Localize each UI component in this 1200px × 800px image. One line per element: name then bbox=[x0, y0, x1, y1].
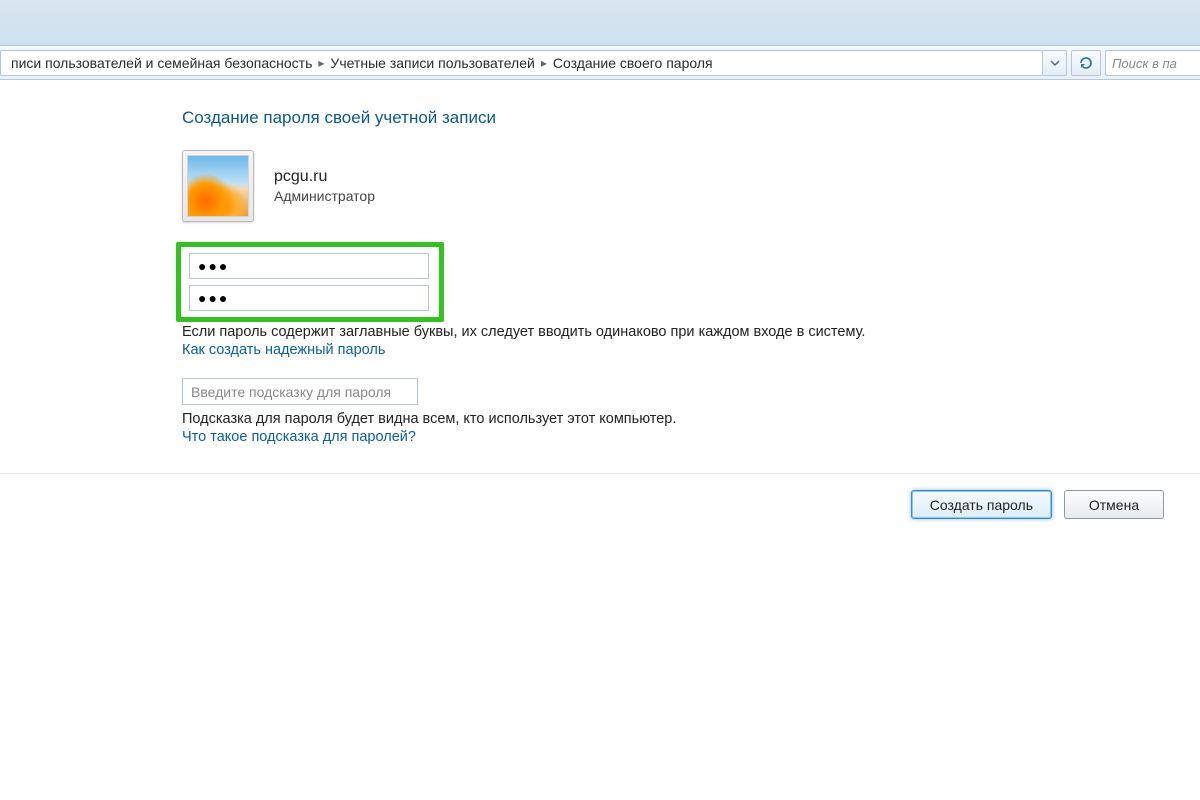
breadcrumb-item[interactable]: Учетные записи пользователей bbox=[326, 55, 538, 71]
chevron-down-icon bbox=[1050, 58, 1060, 68]
password-fields-highlight: ●●● ●●● bbox=[176, 242, 444, 322]
account-name: pcgu.ru bbox=[274, 168, 375, 186]
window-glass-top bbox=[0, 0, 1200, 46]
content-pane: Создание пароля своей учетной записи pcg… bbox=[0, 80, 1200, 519]
address-dropdown-button[interactable] bbox=[1043, 50, 1067, 76]
search-input[interactable]: Поиск в па bbox=[1105, 50, 1200, 76]
dialog-buttons: Создать пароль Отмена bbox=[0, 474, 1200, 519]
page-title: Создание пароля своей учетной записи bbox=[182, 108, 1200, 128]
breadcrumb[interactable]: писи пользователей и семейная безопаснос… bbox=[0, 50, 1043, 76]
avatar-image bbox=[187, 155, 249, 217]
hint-placeholder: Введите подсказку для пароля bbox=[191, 384, 391, 400]
avatar bbox=[182, 150, 254, 222]
chevron-right-icon: ▸ bbox=[539, 56, 549, 70]
confirm-password-input[interactable]: ●●● bbox=[189, 285, 429, 311]
caps-note: Если пароль содержит заглавные буквы, их… bbox=[182, 324, 1102, 340]
refresh-icon bbox=[1078, 55, 1094, 71]
create-password-button[interactable]: Создать пароль bbox=[911, 490, 1052, 519]
account-summary: pcgu.ru Администратор bbox=[182, 150, 1200, 222]
chevron-right-icon: ▸ bbox=[316, 56, 326, 70]
account-role: Администратор bbox=[274, 188, 375, 204]
hint-visibility-note: Подсказка для пароля будет видна всем, к… bbox=[182, 411, 1102, 427]
howto-strong-password-link[interactable]: Как создать надежный пароль bbox=[182, 342, 385, 358]
what-is-hint-link[interactable]: Что такое подсказка для паролей? bbox=[182, 429, 416, 445]
search-placeholder: Поиск в па bbox=[1112, 56, 1177, 71]
password-hint-input[interactable]: Введите подсказку для пароля bbox=[182, 378, 418, 405]
address-bar: писи пользователей и семейная безопаснос… bbox=[0, 46, 1200, 80]
breadcrumb-item[interactable]: писи пользователей и семейная безопаснос… bbox=[7, 55, 316, 71]
cancel-button[interactable]: Отмена bbox=[1064, 490, 1164, 519]
breadcrumb-item[interactable]: Создание своего пароля bbox=[549, 55, 717, 71]
new-password-input[interactable]: ●●● bbox=[189, 253, 429, 279]
refresh-button[interactable] bbox=[1071, 50, 1101, 76]
